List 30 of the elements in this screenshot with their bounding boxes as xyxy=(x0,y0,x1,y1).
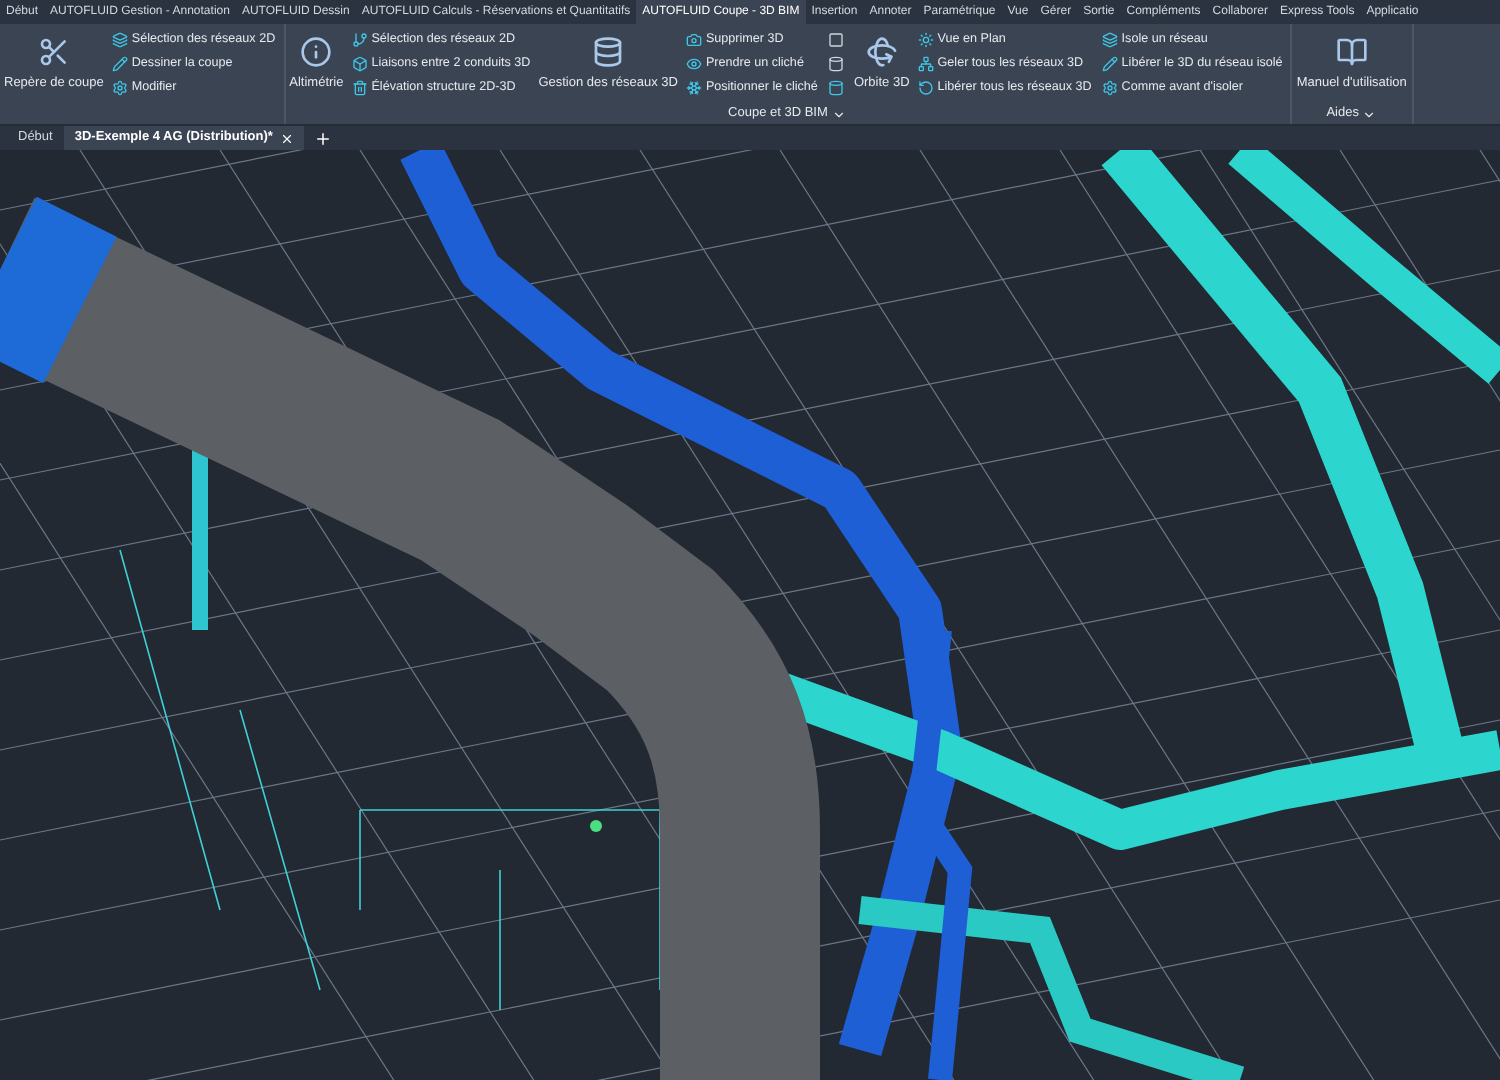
tool-icon xyxy=(1101,32,1118,48)
tool-icon xyxy=(111,56,128,72)
tool-icon xyxy=(828,80,845,96)
tool-icon xyxy=(37,35,70,68)
close-icon xyxy=(280,131,295,145)
tool-icon xyxy=(300,35,333,68)
tool-icon xyxy=(917,56,934,72)
tool-icon xyxy=(351,56,368,72)
tool-icon xyxy=(351,80,368,96)
ribbon-icon-button[interactable] xyxy=(827,55,846,73)
tool-icon xyxy=(592,35,625,68)
caret-icon xyxy=(831,107,846,121)
caret-icon xyxy=(1362,107,1377,121)
tool-icon xyxy=(917,32,934,48)
tool-icon xyxy=(351,32,368,48)
tool-icon xyxy=(111,80,128,96)
tool-icon xyxy=(828,56,845,72)
tool-icon xyxy=(111,32,128,48)
tool-icon xyxy=(828,32,845,48)
tool-icon xyxy=(685,32,702,48)
tool-icon xyxy=(1335,35,1368,68)
tool-icon xyxy=(685,56,702,72)
tool-icon xyxy=(1101,56,1118,72)
plus-icon xyxy=(314,129,333,147)
tool-icon xyxy=(865,35,898,68)
tool-icon xyxy=(917,80,934,96)
ribbon-icon-button[interactable] xyxy=(827,31,846,49)
tool-icon xyxy=(685,80,702,96)
ribbon-icon-button[interactable] xyxy=(827,79,846,97)
tool-icon xyxy=(1101,80,1118,96)
